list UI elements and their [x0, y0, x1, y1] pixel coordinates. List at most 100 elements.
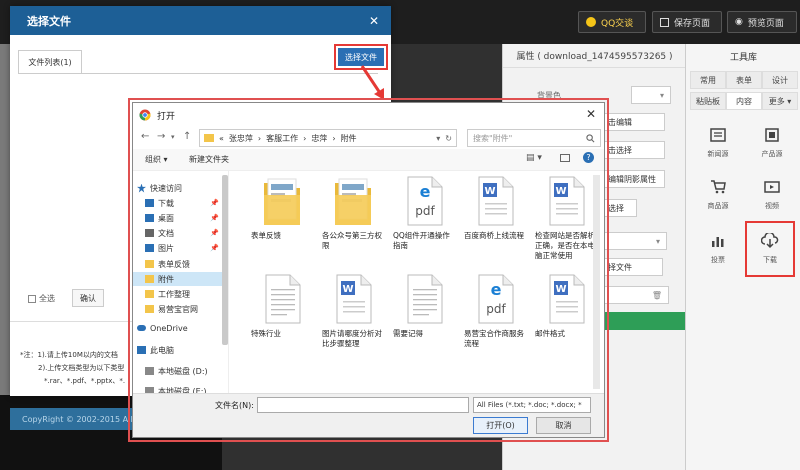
click-select-button[interactable]: 击选择 — [601, 141, 665, 159]
dialog-bottom-bar: 文件名(N): All Files (*.txt; *.doc; *.docx;… — [133, 393, 604, 437]
shadow-edit-button[interactable]: 编辑阴影属性 — [601, 170, 665, 188]
bg-color-select[interactable]: ▾ — [631, 86, 671, 104]
open-file-dialog: 打开 ✕ ← → ▾ ↑ « 张忠萍 › 客服工作 › 忠萍 › 附件 ▾ ↻ 搜索"… — [132, 102, 605, 438]
preview-page-button[interactable]: ◉ 预览页面 — [727, 11, 797, 33]
tree-item[interactable]: 图片 📌 — [133, 241, 225, 255]
tool-video[interactable]: 视频 — [750, 170, 794, 220]
tree-item[interactable]: OneDrive — [133, 321, 225, 335]
tree-item[interactable]: 桌面 📌 — [133, 211, 225, 225]
recent-dropdown-icon[interactable]: ▾ — [171, 133, 175, 141]
select-all-checkbox[interactable]: 全选 — [28, 293, 55, 304]
back-arrow-icon[interactable]: ← — [141, 131, 149, 142]
open-button[interactable]: 打开(O) — [473, 417, 528, 434]
tool-news-source[interactable]: 新闻源 — [696, 118, 740, 168]
tree-item[interactable]: 易营宝官网 — [133, 302, 225, 316]
select-file-button[interactable]: 择文件 — [601, 258, 663, 276]
breadcrumb-item[interactable]: 忠萍 — [311, 133, 327, 144]
picture-icon — [145, 244, 154, 252]
address-bar[interactable]: « 张忠萍 › 客服工作 › 忠萍 › 附件 ▾ ↻ — [199, 129, 457, 147]
tool-label: 投票 — [711, 256, 725, 264]
click-edit-button[interactable]: 击编辑 — [601, 113, 665, 131]
organize-button[interactable]: 组织 ▾ — [145, 154, 168, 165]
cancel-button[interactable]: 取消 — [536, 417, 591, 434]
upload-note-line1: *注：1).请上传10M以内的文档 — [20, 351, 118, 359]
search-input[interactable]: 搜索"附件" — [467, 129, 601, 147]
tree-item[interactable]: 快速访问 — [133, 181, 225, 195]
tab-clipboard[interactable]: 粘贴板 — [690, 92, 726, 110]
file-type-select[interactable]: All Files (*.txt; *.doc; *.docx; * — [473, 397, 591, 413]
tree-item-label: 本地磁盘 (D:) — [158, 366, 208, 376]
help-icon[interactable]: ? — [583, 152, 594, 163]
tab-content[interactable]: 内容 — [726, 92, 762, 110]
tool-label: 视频 — [765, 202, 779, 210]
file-item[interactable]: 表单反馈 — [249, 175, 315, 271]
view-options-icon[interactable]: ▤ ▾ — [526, 153, 542, 163]
tab-more[interactable]: 更多 ▾ — [762, 92, 798, 110]
breadcrumb-item[interactable]: 附件 — [341, 133, 357, 144]
filename-input[interactable] — [257, 397, 469, 413]
folder-icon — [145, 290, 154, 298]
svg-text:pdf: pdf — [486, 302, 506, 316]
file-item[interactable]: 各公众号第三方权限 — [320, 175, 386, 271]
file-item[interactable]: W 邮件格式 — [533, 273, 599, 369]
save-page-button[interactable]: 保存页面 — [652, 11, 722, 33]
breadcrumb-item[interactable]: 客服工作 — [266, 133, 298, 144]
tool-vote[interactable]: 投票 — [696, 224, 740, 274]
tab-design[interactable]: 设计 — [762, 71, 798, 89]
forward-arrow-icon[interactable]: → — [157, 131, 165, 142]
tool-product-source[interactable]: 产品源 — [750, 118, 794, 168]
tree-item[interactable]: 表单反馈 — [133, 257, 225, 271]
file-item[interactable]: 特殊行业 — [249, 273, 315, 369]
news-icon — [710, 128, 726, 142]
file-field[interactable]: 🗑 — [601, 286, 669, 304]
product-icon — [765, 128, 779, 142]
tree-item[interactable]: 下载 📌 — [133, 196, 225, 210]
tree-item[interactable]: 工作整理 — [133, 287, 225, 301]
file-item[interactable]: e pdf QQ组件开通操作指南 — [391, 175, 457, 271]
up-arrow-icon[interactable]: ↑ — [183, 131, 191, 142]
file-item[interactable]: W 图片请哪度分析对比步骤整理 — [320, 273, 386, 369]
tree-item[interactable]: 此电脑 — [133, 343, 225, 357]
chevron-down-icon[interactable]: ▾ — [436, 134, 440, 143]
tree-item-label: 图片 — [158, 243, 174, 253]
tree-item-label: OneDrive — [150, 323, 188, 333]
tab-form[interactable]: 表单 — [726, 71, 762, 89]
tree-item-label: 快速访问 — [150, 183, 182, 193]
chevron-right-icon: › — [332, 133, 336, 143]
tab-file-list[interactable]: 文件列表(1) — [18, 50, 82, 74]
desktop-icon — [145, 214, 154, 222]
file-item[interactable]: W 百度商桥上线流程 — [462, 175, 528, 271]
preview-pane-icon[interactable] — [560, 154, 570, 162]
close-icon[interactable]: ✕ — [586, 107, 596, 121]
tool-goods-source[interactable]: 商品源 — [696, 170, 740, 220]
file-grid-scrollbar[interactable] — [593, 175, 600, 389]
upload-note-line2: 2).上传文档类型为以下类型 — [38, 364, 125, 372]
upload-note-line3: *.rar、*.pdf、*.pptx、*. — [44, 377, 126, 385]
close-icon[interactable]: ✕ — [369, 14, 379, 28]
file-label: 各公众号第三方权限 — [322, 231, 382, 250]
svg-text:e: e — [420, 182, 431, 201]
folder-icon — [333, 175, 373, 227]
tab-common[interactable]: 常用 — [690, 71, 726, 89]
file-item[interactable]: W 检查网站是否解析正确，是否在本电脑正常使用 — [533, 175, 599, 271]
folder-icon — [262, 175, 302, 227]
nav-pane-scrollbar[interactable] — [222, 175, 228, 345]
file-item[interactable]: 需要记得 — [391, 273, 457, 369]
tree-item[interactable]: 附件 — [133, 272, 225, 286]
tree-item[interactable]: 本地磁盘 (D:) — [133, 364, 225, 378]
tree-item[interactable]: 文档 📌 — [133, 226, 225, 240]
qq-service-button[interactable]: QQ交谈 — [578, 11, 646, 33]
tool-label: 下载 — [763, 256, 777, 264]
select-all-label: 全选 — [39, 294, 55, 303]
small-select[interactable]: ▾ — [601, 232, 667, 250]
file-type-value: All Files (*.txt; *.doc; *.docx; * — [477, 401, 582, 409]
tool-download[interactable]: 下载 — [748, 224, 792, 274]
refresh-icon[interactable]: ↻ — [445, 134, 456, 143]
breadcrumb-item[interactable]: 张忠萍 — [229, 133, 253, 144]
new-folder-button[interactable]: 新建文件夹 — [189, 154, 229, 165]
tool-label: 新闻源 — [707, 150, 729, 158]
tree-item-label: 此电脑 — [150, 345, 174, 355]
file-label: 百度商桥上线流程 — [464, 231, 524, 240]
file-item[interactable]: e pdf 易营宝合作商服务流程 — [462, 273, 528, 369]
confirm-button[interactable]: 确认 — [72, 289, 104, 307]
